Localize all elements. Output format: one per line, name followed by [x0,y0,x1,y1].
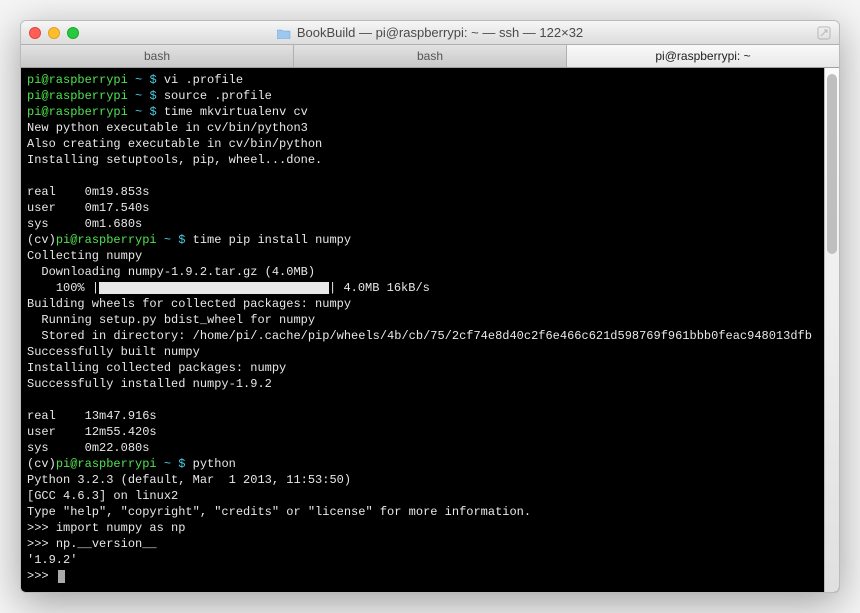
timing-value: 0m17.540s [85,201,150,215]
timing-label: real [27,185,56,199]
prompt-sigil: $ [149,73,156,87]
timing-label: user [27,201,56,215]
out-line: Stored in directory: /home/pi/.cache/pip… [27,329,812,343]
cursor [58,570,65,583]
python-ps1: >>> [27,521,49,535]
out-line: Also creating executable in cv/bin/pytho… [27,137,322,151]
prompt-sigil: $ [178,457,185,471]
timing-value: 12m55.420s [85,425,157,439]
cmd-2: source .profile [164,89,272,103]
out-line: Successfully installed numpy-1.9.2 [27,377,272,391]
out-line: Successfully built numpy [27,345,200,359]
terminal-content[interactable]: pi@raspberrypi ~ $ vi .profile pi@raspbe… [21,68,824,592]
scroll-thumb[interactable] [827,74,837,254]
prompt-user: pi@raspberrypi [27,105,128,119]
window-title: BookBuild — pi@raspberrypi: ~ — ssh — 12… [21,25,839,40]
progress-bar [99,282,329,294]
out-line: Python 3.2.3 (default, Mar 1 2013, 11:53… [27,473,351,487]
timing-value: 0m19.853s [85,185,150,199]
out-line: Installing setuptools, pip, wheel...done… [27,153,322,167]
python-output: '1.9.2' [27,553,77,567]
prompt-user: pi@raspberrypi [27,89,128,103]
maximize-button[interactable] [67,27,79,39]
out-line: Type "help", "copyright", "credits" or "… [27,505,531,519]
python-input: import numpy as np [56,521,186,535]
venv-prefix: (cv) [27,233,56,247]
prompt-sigil: $ [178,233,185,247]
prompt-path: ~ [164,457,171,471]
timing-label: real [27,409,56,423]
out-line: Installing collected packages: numpy [27,361,286,375]
titlebar[interactable]: BookBuild — pi@raspberrypi: ~ — ssh — 12… [21,21,839,45]
venv-prefix: (cv) [27,457,56,471]
python-ps1: >>> [27,537,49,551]
cmd-4: time pip install numpy [193,233,351,247]
python-ps1: >>> [27,569,49,583]
timing-value: 13m47.916s [85,409,157,423]
python-input: np.__version__ [56,537,157,551]
cmd-1: vi .profile [164,73,243,87]
prompt-path: ~ [135,105,142,119]
out-line: Running setup.py bdist_wheel for numpy [27,313,315,327]
out-line: [GCC 4.6.3] on linux2 [27,489,178,503]
timing-value: 0m22.080s [85,441,150,455]
folder-icon [277,27,291,38]
proxy-icon[interactable] [817,26,831,40]
timing-label: sys [27,441,49,455]
window-title-text: BookBuild — pi@raspberrypi: ~ — ssh — 12… [297,25,583,40]
tab-bash-2[interactable]: bash [294,45,567,67]
out-line: Building wheels for collected packages: … [27,297,351,311]
tab-raspberrypi[interactable]: pi@raspberrypi: ~ [567,45,839,67]
prompt-path: ~ [135,89,142,103]
prompt-path: ~ [164,233,171,247]
prompt-user: pi@raspberrypi [56,457,157,471]
prompt-sigil: $ [149,89,156,103]
cmd-5: python [193,457,236,471]
prompt-user: pi@raspberrypi [27,73,128,87]
close-button[interactable] [29,27,41,39]
out-line: Collecting numpy [27,249,142,263]
out-line: New python executable in cv/bin/python3 [27,121,308,135]
scrollbar[interactable] [824,68,839,592]
timing-label: sys [27,217,49,231]
prompt-sigil: $ [149,105,156,119]
terminal-window: BookBuild — pi@raspberrypi: ~ — ssh — 12… [20,20,840,593]
prompt-path: ~ [135,73,142,87]
timing-label: user [27,425,56,439]
tab-bash-1[interactable]: bash [21,45,294,67]
prompt-user: pi@raspberrypi [56,233,157,247]
timing-value: 0m1.680s [85,217,143,231]
traffic-lights [29,27,79,39]
tab-bar: bash bash pi@raspberrypi: ~ [21,45,839,68]
out-line: Downloading numpy-1.9.2.tar.gz (4.0MB) [27,265,315,279]
progress-stats: 4.0MB 16kB/s [343,281,429,295]
progress-pct: 100% [56,281,85,295]
cmd-3: time mkvirtualenv cv [164,105,308,119]
minimize-button[interactable] [48,27,60,39]
